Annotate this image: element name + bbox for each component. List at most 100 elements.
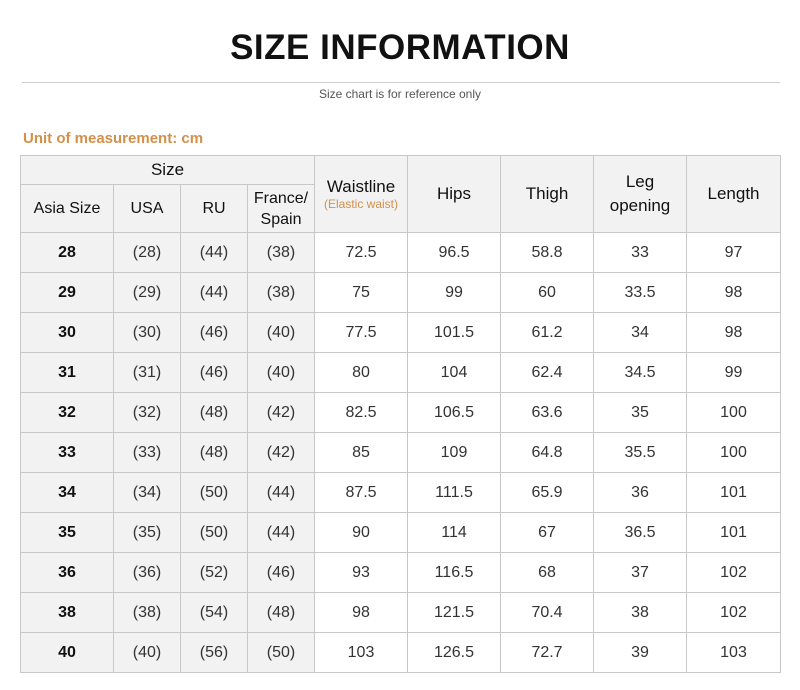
- thigh-cell: 63.6: [500, 392, 595, 433]
- thigh-cell: 67: [500, 512, 595, 553]
- hips-cell: 114: [407, 512, 502, 553]
- thigh-cell: 70.4: [500, 592, 595, 633]
- thigh-cell: 60: [500, 272, 595, 313]
- title-divider: [22, 82, 780, 83]
- leg-opening-cell: 34.5: [593, 352, 688, 393]
- ru-cell: (50): [180, 472, 248, 513]
- ru-cell: (54): [180, 592, 248, 633]
- france-spain-cell: (44): [246, 472, 316, 513]
- waistline-cell: 85: [314, 432, 409, 473]
- hips-cell: 106.5: [407, 392, 502, 433]
- table-row: 38 (38) (54) (48) 98 121.5 70.4 38 102: [20, 592, 782, 633]
- thigh-cell: 65.9: [500, 472, 595, 513]
- asia-size-cell: 40: [20, 632, 114, 673]
- page-title: SIZE INFORMATION: [230, 28, 570, 67]
- leg-opening-cell: 36.5: [593, 512, 688, 553]
- asia-size-header: Asia Size: [20, 184, 114, 233]
- ru-cell: (56): [180, 632, 248, 673]
- thigh-cell: 64.8: [500, 432, 595, 473]
- ru-cell: (46): [180, 352, 248, 393]
- leg-opening-cell: 39: [593, 632, 688, 673]
- waistline-note: (Elastic waist): [324, 197, 399, 211]
- asia-size-cell: 36: [20, 552, 114, 593]
- table-row: 34 (34) (50) (44) 87.5 111.5 65.9 36 101: [20, 472, 782, 513]
- waistline-cell: 98: [314, 592, 409, 633]
- thigh-cell: 61.2: [500, 312, 595, 353]
- length-cell: 102: [686, 592, 782, 633]
- france-spain-cell: (38): [246, 272, 316, 313]
- asia-size-cell: 31: [20, 352, 114, 393]
- thigh-header: Thigh: [500, 155, 595, 233]
- thigh-cell: 72.7: [500, 632, 595, 673]
- hips-cell: 104: [407, 352, 502, 393]
- ru-cell: (44): [180, 272, 248, 313]
- france-spain-cell: (48): [246, 592, 316, 633]
- leg-opening-cell: 35: [593, 392, 688, 433]
- hips-cell: 99: [407, 272, 502, 313]
- leg-opening-header: Leg opening: [593, 155, 688, 233]
- france-spain-cell: (50): [246, 632, 316, 673]
- france-spain-cell: (40): [246, 312, 316, 353]
- usa-cell: (36): [113, 552, 181, 593]
- france-spain-header: France/ Spain: [246, 184, 316, 233]
- waistline-label: Waistline: [326, 177, 396, 196]
- size-information-page: SIZE INFORMATION Size chart is for refer…: [0, 0, 800, 690]
- length-cell: 102: [686, 552, 782, 593]
- france-spain-line1: France/: [253, 189, 309, 207]
- length-cell: 100: [686, 432, 782, 473]
- leg-opening-cell: 33.5: [593, 272, 688, 313]
- asia-size-cell: 34: [20, 472, 114, 513]
- length-cell: 103: [686, 632, 782, 673]
- usa-cell: (34): [113, 472, 181, 513]
- waistline-cell: 87.5: [314, 472, 409, 513]
- asia-size-cell: 30: [20, 312, 114, 353]
- usa-cell: (31): [113, 352, 181, 393]
- ru-cell: (52): [180, 552, 248, 593]
- thigh-cell: 62.4: [500, 352, 595, 393]
- length-cell: 100: [686, 392, 782, 433]
- length-cell: 98: [686, 272, 782, 313]
- table-row: 35 (35) (50) (44) 90 114 67 36.5 101: [20, 512, 782, 553]
- table-row: 33 (33) (48) (42) 85 109 64.8 35.5 100: [20, 432, 782, 473]
- france-spain-cell: (44): [246, 512, 316, 553]
- table-row: 30 (30) (46) (40) 77.5 101.5 61.2 34 98: [20, 312, 782, 353]
- asia-size-cell: 28: [20, 232, 114, 273]
- size-chart-table: Size Waistline (Elastic waist) Hips Thig…: [19, 155, 782, 673]
- hips-cell: 96.5: [407, 232, 502, 273]
- length-cell: 99: [686, 352, 782, 393]
- ru-cell: (46): [180, 312, 248, 353]
- france-spain-cell: (38): [246, 232, 316, 273]
- usa-cell: (35): [113, 512, 181, 553]
- france-spain-cell: (40): [246, 352, 316, 393]
- waistline-cell: 72.5: [314, 232, 409, 273]
- ru-cell: (48): [180, 392, 248, 433]
- leg-opening-line1: Leg: [625, 172, 655, 191]
- waistline-cell: 80: [314, 352, 409, 393]
- leg-opening-cell: 35.5: [593, 432, 688, 473]
- asia-size-cell: 33: [20, 432, 114, 473]
- asia-size-cell: 29: [20, 272, 114, 313]
- table-row: 31 (31) (46) (40) 80 104 62.4 34.5 99: [20, 352, 782, 393]
- leg-opening-cell: 33: [593, 232, 688, 273]
- length-header: Length: [686, 155, 782, 233]
- length-cell: 101: [686, 472, 782, 513]
- france-spain-line2: Spain: [260, 210, 302, 228]
- length-cell: 97: [686, 232, 782, 273]
- hips-cell: 101.5: [407, 312, 502, 353]
- usa-cell: (33): [113, 432, 181, 473]
- waistline-cell: 103: [314, 632, 409, 673]
- usa-cell: (28): [113, 232, 181, 273]
- asia-size-cell: 38: [20, 592, 114, 633]
- france-spain-cell: (42): [246, 392, 316, 433]
- usa-cell: (38): [113, 592, 181, 633]
- france-spain-cell: (42): [246, 432, 316, 473]
- hips-cell: 121.5: [407, 592, 502, 633]
- table-row: 32 (32) (48) (42) 82.5 106.5 63.6 35 100: [20, 392, 782, 433]
- leg-opening-cell: 34: [593, 312, 688, 353]
- header-row-group: Size Waistline (Elastic waist) Hips Thig…: [19, 155, 782, 233]
- leg-opening-line2: opening: [609, 196, 671, 215]
- ru-cell: (48): [180, 432, 248, 473]
- table-row: 29 (29) (44) (38) 75 99 60 33.5 98: [20, 272, 782, 313]
- hips-cell: 111.5: [407, 472, 502, 513]
- thigh-cell: 68: [500, 552, 595, 593]
